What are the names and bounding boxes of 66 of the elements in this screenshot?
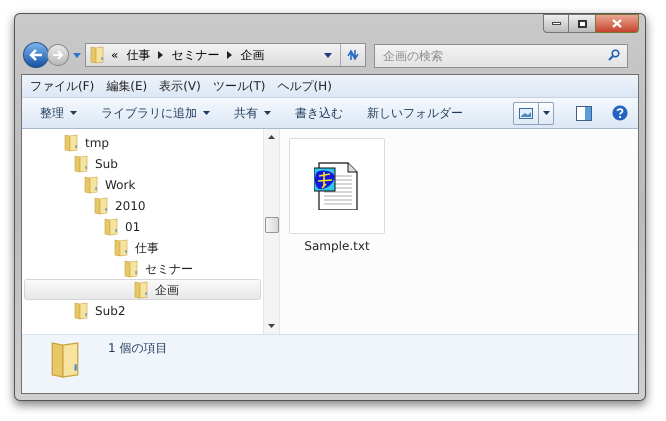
dropdown-caret-icon <box>70 111 77 115</box>
folder-icon <box>73 302 89 320</box>
tree-item[interactable]: セミナー <box>24 258 261 279</box>
dropdown-caret-icon[interactable] <box>324 52 332 58</box>
dropdown-caret-icon <box>264 111 271 115</box>
tree-item[interactable]: Sub <box>24 153 261 174</box>
folder-icon <box>123 260 139 278</box>
preview-pane-icon[interactable] <box>576 106 592 120</box>
tree-item[interactable]: tmp <box>24 132 261 153</box>
refresh-arrows-icon <box>346 49 360 61</box>
minimize-button[interactable] <box>543 14 569 33</box>
back-button[interactable] <box>23 42 49 68</box>
scroll-thumb[interactable] <box>264 217 278 233</box>
scrollbar[interactable] <box>263 129 280 334</box>
close-button[interactable] <box>595 14 639 33</box>
tree-item[interactable]: 企画 <box>24 279 261 300</box>
folder-icon <box>113 238 129 256</box>
dropdown-caret-icon <box>542 111 550 115</box>
tree-item[interactable]: Work <box>24 174 261 195</box>
tree-item[interactable]: Sub2 <box>24 300 261 321</box>
dropdown-caret-icon <box>203 111 210 115</box>
address-bar[interactable]: « 仕事 セミナー 企画 <box>85 43 366 67</box>
maximize-icon <box>578 20 586 28</box>
file-thumbnail[interactable] <box>289 138 385 234</box>
back-arrow-icon <box>29 49 43 61</box>
help-icon[interactable] <box>612 105 628 121</box>
forward-button[interactable] <box>47 44 69 66</box>
folder-icon <box>89 46 105 64</box>
text-document-icon <box>314 162 360 210</box>
breadcrumb[interactable]: セミナー <box>171 46 220 64</box>
menu-item[interactable]: ツール(T) <box>212 77 266 95</box>
overflow-chevron[interactable]: « <box>111 46 118 64</box>
toolbar-button[interactable]: 整理 <box>28 101 89 125</box>
toolbar-button[interactable]: 書き込む <box>283 101 355 125</box>
folder-icon <box>133 280 149 298</box>
search-icon <box>608 49 620 61</box>
minimize-icon <box>552 22 560 25</box>
menu-item[interactable]: ヘルプ(H) <box>278 77 332 95</box>
folder-icon <box>103 218 119 236</box>
chevron-right-icon[interactable] <box>158 51 164 59</box>
breadcrumb[interactable]: 仕事 <box>126 46 150 64</box>
menu-item[interactable]: 表示(V) <box>159 77 201 95</box>
toolbar-button[interactable]: 新しいフォルダー <box>355 101 475 125</box>
maximize-button[interactable] <box>569 14 595 33</box>
tree-item[interactable]: 2010 <box>24 195 261 216</box>
folder-icon <box>93 196 109 214</box>
toolbar-button[interactable]: 共有 <box>222 101 283 125</box>
chevron-right-icon[interactable] <box>227 51 232 59</box>
close-icon <box>612 19 622 28</box>
view-options-button[interactable] <box>513 102 554 124</box>
search-field[interactable]: 企画の検索 <box>374 44 628 68</box>
item-count: 1 個の項目 <box>108 340 168 357</box>
picture-icon <box>519 108 533 118</box>
folder-icon <box>73 154 89 172</box>
forward-arrow-icon <box>52 50 64 60</box>
file-name[interactable]: Sample.txt <box>304 237 370 255</box>
menu-item[interactable]: ファイル(F) <box>30 77 94 95</box>
folder-icon <box>63 134 79 152</box>
scroll-down-icon[interactable] <box>268 324 275 328</box>
menu-item[interactable]: 編集(E) <box>106 77 148 95</box>
breadcrumb[interactable]: 企画 <box>240 46 264 64</box>
tree-item[interactable]: 仕事 <box>24 237 261 258</box>
scroll-up-icon[interactable] <box>268 135 275 139</box>
folder-icon <box>83 176 99 194</box>
tree-item[interactable]: 01 <box>24 216 261 237</box>
toolbar-button[interactable]: ライブラリに追加 <box>89 101 222 125</box>
